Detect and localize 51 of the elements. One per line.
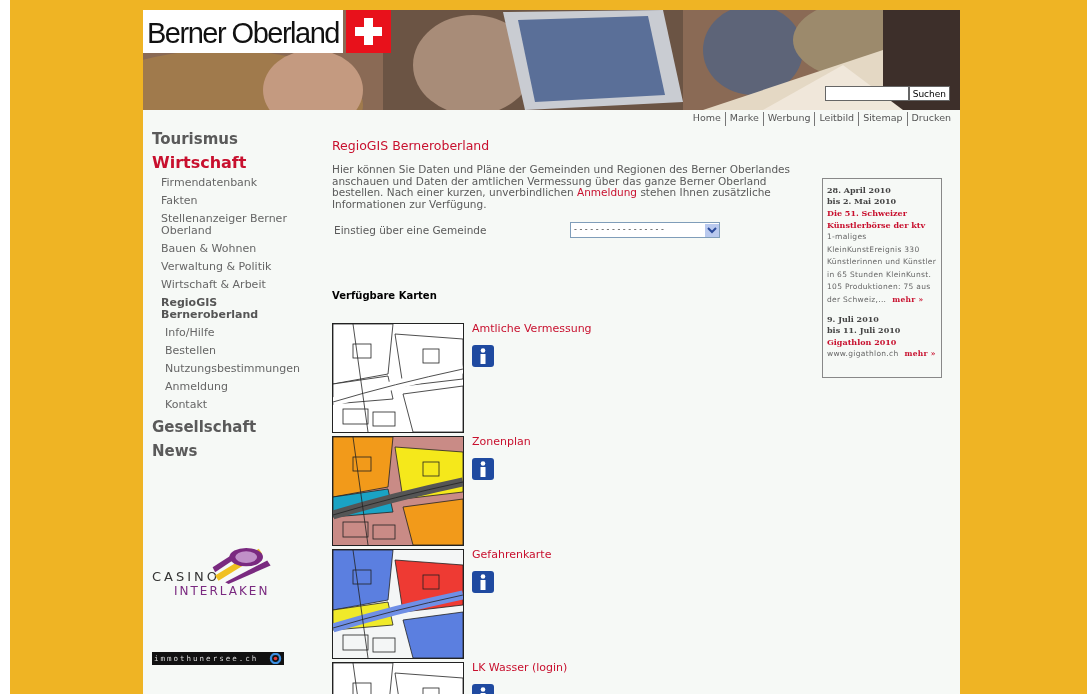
- municipality-select[interactable]: - - - - - - - - - - - - - - - - -: [570, 222, 720, 238]
- top-nav-link[interactable]: Home: [688, 112, 725, 126]
- login-link[interactable]: Anmeldung: [576, 186, 638, 198]
- page-title: RegioGIS Berneroberland: [332, 138, 491, 154]
- top-nav-link[interactable]: Werbung: [762, 112, 815, 126]
- select-label: Einstieg über eine Gemeinde: [333, 224, 488, 236]
- sidebar-subitem[interactable]: RegioGIS Berneroberland: [161, 297, 301, 321]
- sidebar-item[interactable]: Gesellschaft: [152, 418, 257, 436]
- top-nav-link[interactable]: Sitemap: [858, 112, 907, 126]
- search-button[interactable]: Suchen: [908, 86, 950, 101]
- sidebar-subitem[interactable]: Bauen & Wohnen: [161, 243, 301, 255]
- sidebar-item[interactable]: Wirtschaft: [152, 154, 247, 172]
- info-icon[interactable]: [472, 458, 494, 480]
- top-nav-link[interactable]: Marke: [724, 112, 763, 126]
- sidebar-subitem[interactable]: Bestellen: [165, 345, 216, 357]
- sidebar-subitem[interactable]: Info/Hilfe: [165, 327, 215, 339]
- event-date: 28. April 2010: [827, 185, 891, 196]
- event-date: 9. Juli 2010: [827, 314, 879, 325]
- map-link[interactable]: Gefahrenkarte: [472, 549, 552, 561]
- swiss-flag-icon: [345, 10, 391, 53]
- sidebar-item[interactable]: Tourismus: [152, 130, 238, 148]
- logo-text: Berner Oberland: [143, 10, 343, 53]
- sidebar-subitem[interactable]: Wirtschaft & Arbeit: [161, 279, 301, 291]
- section-heading: Verfügbare Karten: [332, 290, 438, 301]
- event-title-link[interactable]: Die 51. Schweizer Künstlerbörse der ktv: [827, 207, 937, 231]
- top-nav-link[interactable]: Leitbild: [814, 112, 859, 126]
- casino-text: INTERLAKEN: [174, 584, 270, 598]
- site-logo[interactable]: Berner Oberland: [143, 10, 391, 53]
- info-icon[interactable]: [472, 571, 494, 593]
- casino-logo[interactable]: CASINO INTERLAKEN: [152, 542, 287, 598]
- map-link[interactable]: LK Wasser (login): [472, 662, 568, 674]
- event-date: bis 11. Juli 2010: [827, 325, 901, 336]
- sidebar-subitem[interactable]: Stellenanzeiger Berner Oberland: [161, 213, 301, 237]
- sidebar-subitem[interactable]: Fakten: [161, 195, 301, 207]
- map-link[interactable]: Amtliche Vermessung: [472, 323, 592, 335]
- event-date: bis 2. Mai 2010: [827, 196, 897, 207]
- top-nav-link[interactable]: Drucken: [906, 112, 951, 126]
- event-title-link[interactable]: Gigathlon 2010: [827, 336, 897, 348]
- sidebar-subitem[interactable]: Anmeldung: [165, 381, 228, 393]
- ring-logo-icon: [269, 653, 282, 664]
- casino-text: CASINO: [152, 570, 220, 584]
- caret-icon: [705, 223, 719, 237]
- sidebar-subitem[interactable]: Nutzungsbestimmungen: [165, 363, 300, 375]
- sidebar-subitem[interactable]: Verwaltung & Politik: [161, 261, 301, 273]
- search-field[interactable]: [824, 86, 909, 101]
- intro-paragraph: Hier können Sie Daten und Pläne der Gemeinden und Regionen des Berner Oberlandes anschauen und Daten der amtlichen Vermessung über das ganze Berner Oberland bestellen. Nach einer kurzen, unverbindlichen Anmeldung stehen Ihnen zusätzliche Informationen zur Verfügung.: [332, 164, 791, 210]
- sidebar-subitem[interactable]: Kontakt: [165, 399, 208, 411]
- sidebar-subitem[interactable]: Firmendatenbank: [161, 177, 301, 189]
- info-icon[interactable]: [472, 345, 494, 367]
- sidebar-item[interactable]: News: [152, 442, 198, 460]
- map-link[interactable]: Zonenplan: [472, 436, 531, 448]
